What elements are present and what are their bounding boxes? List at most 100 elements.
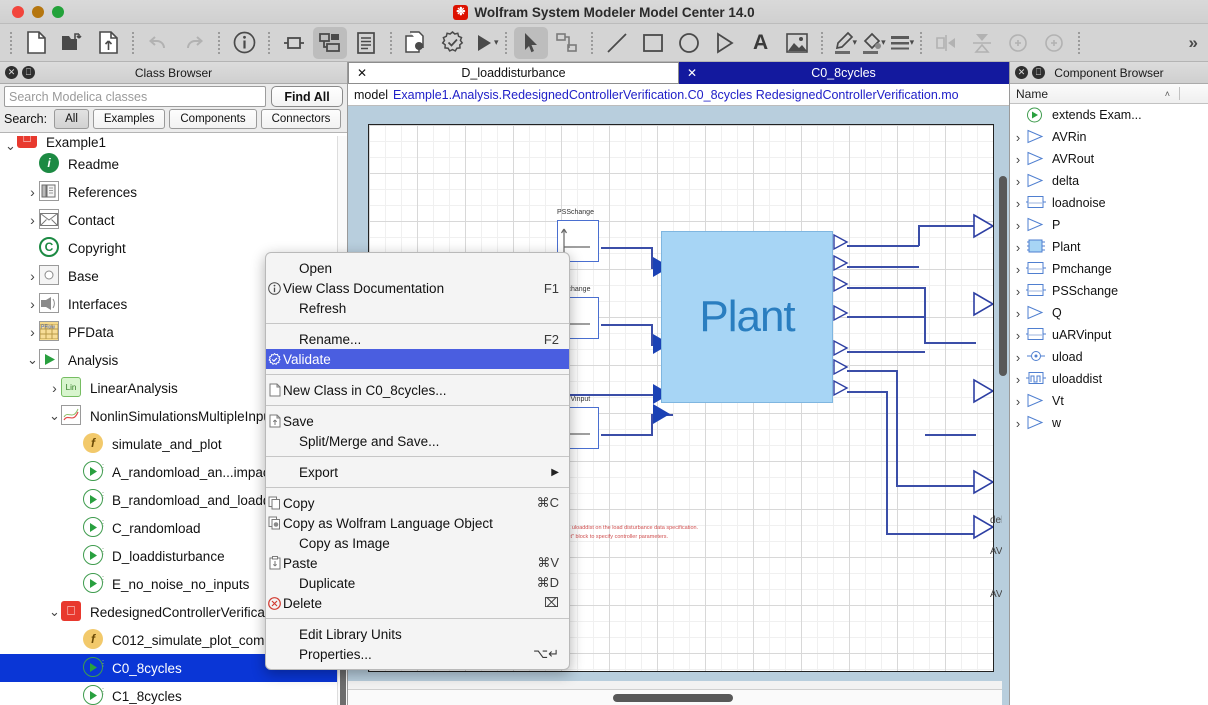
menu-item-edit-library-units[interactable]: Edit Library Units xyxy=(266,624,569,644)
component-list-item[interactable]: › delta xyxy=(1010,170,1208,192)
menu-item-duplicate[interactable]: Duplicate ⌘D xyxy=(266,573,569,593)
menu-item-properties[interactable]: Properties... ⌥↵ xyxy=(266,644,569,664)
undo-icon[interactable] xyxy=(141,27,175,59)
component-list-item[interactable]: › Q xyxy=(1010,302,1208,324)
toolbar-overflow-button[interactable]: » xyxy=(1189,33,1208,53)
chevron-right-icon[interactable]: › xyxy=(1010,218,1026,233)
chevron-right-icon[interactable]: › xyxy=(1010,350,1026,365)
line-tool-icon[interactable] xyxy=(600,27,634,59)
diagram-hscroll-thumb[interactable] xyxy=(613,694,733,702)
component-list-item[interactable]: › Pmchange xyxy=(1010,258,1208,280)
chevron-right-icon[interactable]: › xyxy=(26,184,39,200)
validate-icon[interactable] xyxy=(435,27,469,59)
menu-item-delete[interactable]: Delete ⌧ xyxy=(266,593,569,613)
flip-horizontal-icon[interactable] xyxy=(929,27,963,59)
component-list-item[interactable]: › PSSchange xyxy=(1010,280,1208,302)
menu-item-export[interactable]: Export ▶ xyxy=(266,462,569,482)
chevron-down-icon[interactable]: ⌄ xyxy=(26,353,39,366)
close-icon[interactable]: ✕ xyxy=(357,67,367,79)
select-tool-icon[interactable] xyxy=(513,26,548,59)
menu-item-open[interactable]: Open xyxy=(266,258,569,278)
polygon-tool-icon[interactable] xyxy=(708,27,742,59)
component-list-item[interactable]: extends Exam... xyxy=(1010,104,1208,126)
chevron-right-icon[interactable]: › xyxy=(48,380,61,396)
fill-color-caret-icon[interactable]: ▾ xyxy=(881,37,886,48)
menu-item-copy-as-image[interactable]: Copy as Image xyxy=(266,533,569,553)
flip-vertical-icon[interactable] xyxy=(965,27,999,59)
chevron-right-icon[interactable]: › xyxy=(1010,372,1026,387)
chevron-right-icon[interactable]: › xyxy=(1010,284,1026,299)
component-name-column-header[interactable]: Name ˄ xyxy=(1010,84,1208,104)
chevron-down-icon[interactable]: ⌄ xyxy=(4,139,17,150)
filter-connectors-button[interactable]: Connectors xyxy=(260,109,342,129)
new-file-icon[interactable] xyxy=(19,27,53,59)
chevron-right-icon[interactable]: › xyxy=(1010,174,1026,189)
find-all-button[interactable]: Find All xyxy=(271,86,343,107)
component-list-item[interactable]: › w xyxy=(1010,412,1208,434)
chevron-right-icon[interactable]: › xyxy=(1010,240,1026,255)
chevron-right-icon[interactable]: › xyxy=(1010,262,1026,277)
tree-item[interactable]: › Contact xyxy=(0,206,337,234)
chevron-right-icon[interactable]: › xyxy=(1010,130,1026,145)
connect-tool-icon[interactable] xyxy=(550,27,584,59)
close-icon[interactable]: ✕ xyxy=(687,67,697,79)
chevron-down-icon[interactable]: ⌄ xyxy=(48,409,61,422)
rotate-left-icon[interactable] xyxy=(1001,27,1035,59)
tree-item[interactable]: › References xyxy=(0,178,337,206)
component-list-item[interactable]: › AVRout xyxy=(1010,148,1208,170)
tree-item[interactable]: ⌄ ⎕ Example1 xyxy=(0,136,337,150)
chevron-right-icon[interactable]: › xyxy=(26,268,39,284)
menu-item-view-class-documentation[interactable]: View Class Documentation F1 xyxy=(266,278,569,298)
chevron-right-icon[interactable]: › xyxy=(1010,152,1026,167)
menu-item-rename[interactable]: Rename... F2 xyxy=(266,329,569,349)
line-style-caret-icon[interactable]: ▾ xyxy=(910,37,915,48)
chevron-right-icon[interactable]: › xyxy=(1010,394,1026,409)
column-divider[interactable] xyxy=(1179,87,1180,100)
class-context-menu[interactable]: Open View Class Documentation F1 Refresh Ren… xyxy=(265,252,570,670)
diagram-horizontal-scrollbar[interactable] xyxy=(348,689,1009,705)
menu-item-copy-as-wolfram-language-object[interactable]: Copy as Wolfram Language Object xyxy=(266,513,569,533)
component-list-item[interactable]: › Vt xyxy=(1010,390,1208,412)
tree-item[interactable]: i Readme xyxy=(0,150,337,178)
plant-input-port[interactable] xyxy=(653,404,670,424)
diagram-vertical-scrollbar[interactable] xyxy=(999,176,1007,376)
menu-item-validate[interactable]: Validate xyxy=(266,349,569,369)
chevron-right-icon[interactable]: › xyxy=(1010,196,1026,211)
simulate-dropdown-caret-icon[interactable]: ▾ xyxy=(494,37,499,48)
component-list-item[interactable]: › P xyxy=(1010,214,1208,236)
chevron-right-icon[interactable]: › xyxy=(26,296,39,312)
menu-item-refresh[interactable]: Refresh xyxy=(266,298,569,318)
tree-item[interactable]: ⋮ C1_8cycles xyxy=(0,682,337,705)
component-list-item[interactable]: › Plant xyxy=(1010,236,1208,258)
build-model-icon[interactable] xyxy=(399,27,433,59)
tab-d-loaddisturbance[interactable]: ✕ D_loaddisturbance xyxy=(348,62,679,84)
text-tool-icon[interactable]: A xyxy=(744,27,778,59)
view-text-layer-icon[interactable] xyxy=(349,27,383,59)
menu-item-new-class-in-c0-8cycles[interactable]: New Class in C0_8cycles... xyxy=(266,380,569,400)
info-icon[interactable] xyxy=(227,27,261,59)
filter-components-button[interactable]: Components xyxy=(169,109,257,129)
ellipse-tool-icon[interactable] xyxy=(672,27,706,59)
view-diagram-layer-icon[interactable] xyxy=(313,26,347,59)
plant-block[interactable]: Plant xyxy=(661,231,833,403)
rectangle-tool-icon[interactable] xyxy=(636,27,670,59)
line-color-caret-icon[interactable]: ▾ xyxy=(853,37,858,48)
sort-ascending-icon[interactable]: ˄ xyxy=(1165,89,1170,99)
save-file-icon[interactable] xyxy=(91,27,125,59)
menu-item-save[interactable]: Save xyxy=(266,411,569,431)
chevron-down-icon[interactable]: ⌄ xyxy=(48,605,61,618)
component-list-item[interactable]: › uARVinput xyxy=(1010,324,1208,346)
filter-all-button[interactable]: All xyxy=(54,109,89,129)
chevron-right-icon[interactable]: › xyxy=(1010,416,1026,431)
redo-icon[interactable] xyxy=(177,27,211,59)
search-input[interactable] xyxy=(4,86,266,107)
rotate-right-icon[interactable] xyxy=(1037,27,1071,59)
menu-item-split-merge-and-save[interactable]: Split/Merge and Save... xyxy=(266,431,569,451)
tab-c0-8cycles[interactable]: ✕ C0_8cycles xyxy=(679,62,1009,84)
component-list-item[interactable]: › uload xyxy=(1010,346,1208,368)
menu-item-copy[interactable]: Copy ⌘C xyxy=(266,493,569,513)
filter-examples-button[interactable]: Examples xyxy=(92,109,166,129)
view-icon-layer-icon[interactable] xyxy=(277,27,311,59)
component-list[interactable]: extends Exam... › AVRin › AVRout › delta › loadn… xyxy=(1010,104,1208,434)
component-list-item[interactable]: › AVRin xyxy=(1010,126,1208,148)
